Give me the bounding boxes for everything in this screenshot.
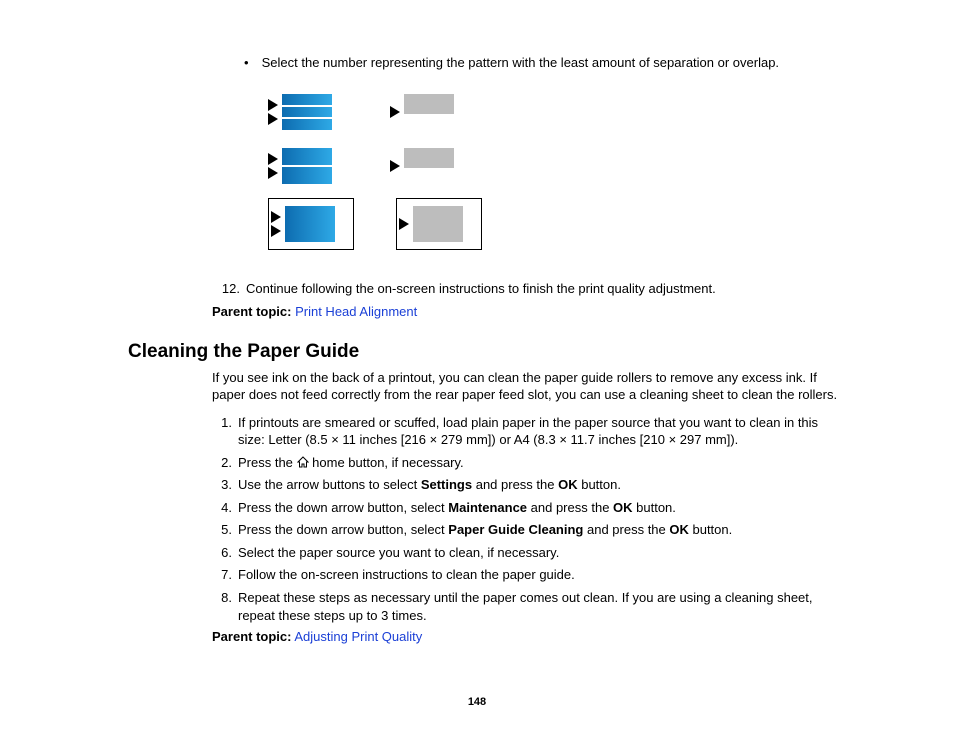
text-fragment: Press the (238, 455, 297, 470)
triangle-right-icon (390, 106, 400, 118)
text-fragment: Press the down arrow button, select (238, 500, 448, 515)
step-number: 4. (212, 499, 238, 517)
step-number: 7. (212, 566, 238, 584)
step-7: 7. Follow the on-screen instructions to … (212, 566, 839, 584)
parent-topic-line: Parent topic: Adjusting Print Quality (212, 629, 839, 644)
triangle-right-icon (268, 167, 278, 179)
sub-bullet-text: Select the number representing the patte… (262, 55, 779, 70)
triangle-right-icon (268, 113, 278, 125)
text-fragment: and press the (472, 477, 558, 492)
triangle-right-icon (399, 218, 409, 230)
step-text: Press the down arrow button, select Pape… (238, 521, 839, 539)
text-fragment: button. (578, 477, 621, 492)
pattern-grey-correct (396, 198, 482, 250)
step-3: 3. Use the arrow buttons to select Setti… (212, 476, 839, 494)
step-text: Continue following the on-screen instruc… (246, 280, 839, 298)
step-6: 6. Select the paper source you want to c… (212, 544, 839, 562)
bold-term: OK (558, 477, 578, 492)
text-fragment: and press the (527, 500, 613, 515)
parent-topic-link[interactable]: Adjusting Print Quality (294, 629, 422, 644)
step-text: Use the arrow buttons to select Settings… (238, 476, 839, 494)
step-12: 12. Continue following the on-screen ins… (212, 280, 839, 298)
alignment-pattern-illustration (268, 90, 839, 250)
step-text: Repeat these steps as necessary until th… (238, 589, 839, 624)
swatch (404, 148, 454, 184)
pattern-grey-separated (390, 90, 470, 134)
step-number: 8. (212, 589, 238, 624)
step-number: 2. (212, 454, 238, 472)
home-icon (297, 456, 309, 468)
pattern-blue-correct (268, 198, 354, 250)
step-text: If printouts are smeared or scuffed, loa… (238, 414, 839, 449)
swatch (404, 94, 454, 130)
bold-term: Paper Guide Cleaning (448, 522, 583, 537)
step-number: 1. (212, 414, 238, 449)
pattern-blue-separated (268, 90, 348, 134)
step-text: Follow the on-screen instructions to cle… (238, 566, 839, 584)
step-4: 4. Press the down arrow button, select M… (212, 499, 839, 517)
text-fragment: Use the arrow buttons to select (238, 477, 421, 492)
step-text: Press the down arrow button, select Main… (238, 499, 839, 517)
text-fragment: button. (689, 522, 732, 537)
step-2: 2. Press the home button, if necessary. (212, 454, 839, 472)
parent-topic-link[interactable]: Print Head Alignment (295, 304, 417, 319)
bold-term: OK (669, 522, 689, 537)
step-number: 6. (212, 544, 238, 562)
pattern-grey-overlap (390, 144, 470, 188)
text-fragment: button. (633, 500, 676, 515)
triangle-right-icon (390, 160, 400, 172)
section-intro: If you see ink on the back of a printout… (212, 369, 839, 404)
parent-topic-label: Parent topic: (212, 629, 291, 644)
triangle-right-icon (268, 99, 278, 111)
parent-topic-label: Parent topic: (212, 304, 291, 319)
text-fragment: home button, if necessary. (312, 455, 464, 470)
text-fragment: and press the (583, 522, 669, 537)
manual-page: • Select the number representing the pat… (0, 0, 954, 738)
swatch (285, 206, 335, 242)
bold-term: OK (613, 500, 633, 515)
swatch (282, 94, 332, 130)
bullet-dot-icon: • (244, 55, 258, 70)
step-number: 3. (212, 476, 238, 494)
step-text: Select the paper source you want to clea… (238, 544, 839, 562)
swatch (413, 206, 463, 242)
section-heading: Cleaning the Paper Guide (128, 341, 839, 363)
page-number: 148 (0, 696, 954, 708)
step-number: 12. (212, 280, 246, 298)
step-8: 8. Repeat these steps as necessary until… (212, 589, 839, 624)
parent-topic-line: Parent topic: Print Head Alignment (212, 304, 839, 319)
triangle-right-icon (268, 153, 278, 165)
text-fragment: Press the down arrow button, select (238, 522, 448, 537)
step-text: Press the home button, if necessary. (238, 454, 839, 472)
step-5: 5. Press the down arrow button, select P… (212, 521, 839, 539)
step-1: 1. If printouts are smeared or scuffed, … (212, 414, 839, 449)
swatch (282, 148, 332, 184)
bold-term: Maintenance (448, 500, 527, 515)
pattern-blue-overlap (268, 144, 348, 188)
steps-list: 1. If printouts are smeared or scuffed, … (128, 414, 839, 624)
bold-term: Settings (421, 477, 472, 492)
step-number: 5. (212, 521, 238, 539)
triangle-right-icon (271, 211, 281, 223)
triangle-right-icon (271, 225, 281, 237)
sub-bullet: • Select the number representing the pat… (244, 55, 839, 70)
